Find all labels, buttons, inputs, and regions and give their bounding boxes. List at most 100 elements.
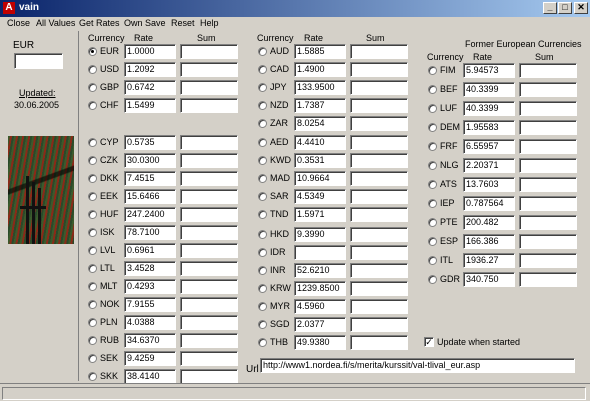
sum-field-dkk[interactable] [180,171,238,186]
sum-field-gdr[interactable] [519,272,577,287]
sum-field-thb[interactable] [350,335,408,350]
rate-field-thb[interactable]: 49.9380 [294,335,346,350]
sum-field-pln[interactable] [180,315,238,330]
radio-myr[interactable] [258,302,267,311]
sum-field-nlg[interactable] [519,158,577,173]
rate-field-sar[interactable]: 4.5349 [294,189,346,204]
sum-field-krw[interactable] [350,281,408,296]
rate-field-myr[interactable]: 4.5960 [294,299,346,314]
sum-field-aud[interactable] [350,44,408,59]
radio-eur[interactable] [88,47,97,56]
menu-own-save[interactable]: Own Save [124,18,166,28]
radio-sek[interactable] [88,354,97,363]
sum-field-huf[interactable] [180,207,238,222]
radio-aed[interactable] [258,138,267,147]
rate-field-pte[interactable]: 200.482 [463,215,515,230]
radio-lvl[interactable] [88,246,97,255]
rate-field-ltl[interactable]: 3.4528 [124,261,176,276]
radio-dkk[interactable] [88,174,97,183]
rate-field-nok[interactable]: 7.9155 [124,297,176,312]
rate-field-gdr[interactable]: 340.750 [463,272,515,287]
sum-field-chf[interactable] [180,98,238,113]
radio-ats[interactable] [428,180,437,189]
sum-field-lvl[interactable] [180,243,238,258]
rate-field-kwd[interactable]: 0.3531 [294,153,346,168]
radio-hkd[interactable] [258,230,267,239]
rate-field-mlt[interactable]: 0.4293 [124,279,176,294]
rate-field-czk[interactable]: 30.0300 [124,153,176,168]
rate-field-itl[interactable]: 1936.27 [463,253,515,268]
sum-field-cyp[interactable] [180,135,238,150]
rate-field-iep[interactable]: 0.787564 [463,196,515,211]
rate-field-pln[interactable]: 4.0388 [124,315,176,330]
sum-field-ats[interactable] [519,177,577,192]
sum-field-idr[interactable] [350,245,408,260]
radio-frf[interactable] [428,142,437,151]
radio-kwd[interactable] [258,156,267,165]
radio-zar[interactable] [258,119,267,128]
rate-field-esp[interactable]: 166.386 [463,234,515,249]
sum-field-itl[interactable] [519,253,577,268]
sum-field-czk[interactable] [180,153,238,168]
radio-dem[interactable] [428,123,437,132]
radio-idr[interactable] [258,248,267,257]
sum-field-rub[interactable] [180,333,238,348]
rate-field-eur[interactable]: 1.0000 [124,44,176,59]
rate-field-sek[interactable]: 9.4259 [124,351,176,366]
rate-field-fim[interactable]: 5.94573 [463,63,515,78]
sum-field-eur[interactable] [180,44,238,59]
sum-field-mad[interactable] [350,171,408,186]
url-input[interactable]: http://www1.nordea.fi/s/merita/kurssit/v… [260,358,575,373]
rate-field-dkk[interactable]: 7.4515 [124,171,176,186]
radio-cyp[interactable] [88,138,97,147]
radio-mlt[interactable] [88,282,97,291]
rate-field-zar[interactable]: 8.0254 [294,116,346,131]
rate-field-jpy[interactable]: 133.9500 [294,80,346,95]
rate-field-dem[interactable]: 1.95583 [463,120,515,135]
rate-field-eek[interactable]: 15.6466 [124,189,176,204]
sum-field-aed[interactable] [350,135,408,150]
maximize-button[interactable]: □ [558,2,572,14]
radio-iep[interactable] [428,199,437,208]
radio-bef[interactable] [428,85,437,94]
menu-get-rates[interactable]: Get Rates [79,18,120,28]
rate-field-lvl[interactable]: 0.6961 [124,243,176,258]
radio-aud[interactable] [258,47,267,56]
sum-field-isk[interactable] [180,225,238,240]
sum-field-cad[interactable] [350,62,408,77]
radio-thb[interactable] [258,338,267,347]
sum-field-sgd[interactable] [350,317,408,332]
rate-field-tnd[interactable]: 1.5971 [294,207,346,222]
radio-cad[interactable] [258,65,267,74]
radio-inr[interactable] [258,266,267,275]
radio-ltl[interactable] [88,264,97,273]
radio-rub[interactable] [88,336,97,345]
sum-field-sek[interactable] [180,351,238,366]
sum-field-kwd[interactable] [350,153,408,168]
radio-isk[interactable] [88,228,97,237]
sum-field-inr[interactable] [350,263,408,278]
sum-field-ltl[interactable] [180,261,238,276]
radio-huf[interactable] [88,210,97,219]
rate-field-aed[interactable]: 4.4410 [294,135,346,150]
sum-field-iep[interactable] [519,196,577,211]
radio-esp[interactable] [428,237,437,246]
menu-all-values[interactable]: All Values [36,18,75,28]
sum-field-nok[interactable] [180,297,238,312]
rate-field-chf[interactable]: 1.5499 [124,98,176,113]
minimize-button[interactable]: _ [543,2,557,14]
rate-field-frf[interactable]: 6.55957 [463,139,515,154]
sum-field-zar[interactable] [350,116,408,131]
radio-gbp[interactable] [88,83,97,92]
menu-close[interactable]: Close [7,18,30,28]
sum-field-esp[interactable] [519,234,577,249]
sum-field-bef[interactable] [519,82,577,97]
rate-field-sgd[interactable]: 2.0377 [294,317,346,332]
menu-help[interactable]: Help [200,18,219,28]
close-button[interactable]: ✕ [574,2,588,14]
sum-field-jpy[interactable] [350,80,408,95]
sum-field-eek[interactable] [180,189,238,204]
radio-krw[interactable] [258,284,267,293]
radio-nok[interactable] [88,300,97,309]
menu-reset[interactable]: Reset [171,18,195,28]
